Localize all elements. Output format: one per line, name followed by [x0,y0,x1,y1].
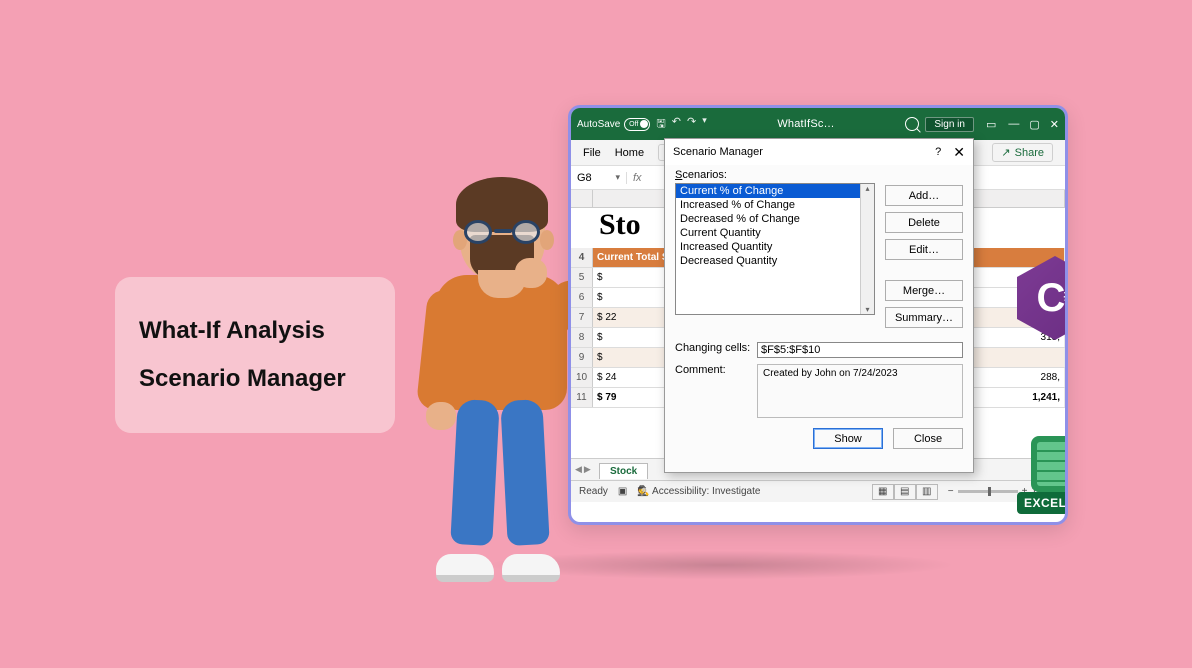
save-icon[interactable]: 🖫 [656,115,665,134]
show-button[interactable]: Show [813,428,883,449]
sheet-nav-next-icon[interactable]: ▶ [584,464,591,475]
window-title: WhatIfSc… [713,118,900,130]
macro-record-icon[interactable]: ▣ [618,486,627,497]
zoom-slider[interactable] [958,490,1018,493]
status-bar: Ready ▣ 🕵 Accessibility: Investigate ▦ ▤… [571,480,1065,502]
delete-button[interactable]: Delete [885,212,963,233]
sheet-nav-prev-icon[interactable]: ◀ [575,464,582,475]
edit-button[interactable]: Edit… [885,239,963,260]
add-button[interactable]: Add… [885,185,963,206]
name-box[interactable]: G8▾ [571,172,627,184]
listbox-scrollbar[interactable]: ▴▾ [860,184,874,314]
title-line-2: Scenario Manager [139,365,346,392]
excel-window: AutoSave Off 🖫 ↶ ↷ ▾ WhatIfSc… Sign in ▭… [568,105,1068,525]
share-icon: ↗ [1001,146,1010,159]
view-buttons: ▦ ▤ ▥ [872,484,938,500]
zoom-out-icon[interactable]: − [948,486,954,497]
tab-home[interactable]: Home [615,147,644,159]
signin-button[interactable]: Sign in [925,117,974,132]
toggle-off-icon[interactable]: Off [624,118,650,131]
fx-icon[interactable]: fx [627,172,648,184]
scroll-up-icon: ▴ [865,184,869,193]
tab-file[interactable]: File [583,147,601,159]
status-ready: Ready [579,486,608,497]
row-number[interactable]: 9 [571,348,593,367]
redo-icon[interactable]: ↷ [687,115,696,134]
row-number[interactable]: 7 [571,308,593,327]
ribbon-display-icon[interactable]: ▭ [986,118,996,131]
excel-titlebar: AutoSave Off 🖫 ↶ ↷ ▾ WhatIfSc… Sign in ▭… [571,108,1065,140]
scenario-item[interactable]: Current Quantity [676,226,874,240]
row-number[interactable]: 10 [571,368,593,387]
row-number[interactable]: 6 [571,288,593,307]
changing-cells-label: Changing cells: [675,342,751,354]
scenarios-listbox[interactable]: Current % of ChangeIncreased % of Change… [675,183,875,315]
scenario-manager-dialog: Scenario Manager ? ✕ Scenarios: Current … [664,138,974,473]
close-button[interactable]: Close [893,428,963,449]
view-pagebreak-icon[interactable]: ▥ [916,484,938,500]
quick-access-toolbar: 🖫 ↶ ↷ ▾ [656,115,706,134]
undo-icon[interactable]: ↶ [672,115,681,134]
dialog-titlebar: Scenario Manager ? ✕ [665,139,973,165]
title-line-1: What-If Analysis [139,317,325,344]
spreadsheet-icon [1031,436,1068,492]
scroll-down-icon: ▾ [865,305,869,314]
changing-cells-input[interactable] [757,342,963,358]
comment-box: Created by John on 7/24/2023 [757,364,963,418]
scenarios-label: Scenarios: [675,169,875,181]
title-card: What-If Analysis Scenario Manager [115,277,395,433]
select-all-corner[interactable] [571,190,593,207]
dialog-title: Scenario Manager [673,146,935,158]
scenario-item[interactable]: Decreased % of Change [676,212,874,226]
dialog-close-icon[interactable]: ✕ [953,144,965,161]
character-illustration [400,180,590,580]
help-icon[interactable]: ? [935,146,941,158]
chevron-down-icon: ▾ [615,172,620,183]
minimize-icon[interactable]: — [1008,118,1019,131]
search-icon[interactable] [905,117,919,131]
scenario-item[interactable]: Increased % of Change [676,198,874,212]
excel-badge-label: EXCEL [1017,492,1068,514]
sheet-tab[interactable]: Stock [599,463,648,479]
row-number[interactable]: 11 [571,388,593,407]
close-icon[interactable]: ✕ [1050,118,1059,131]
row-number[interactable]: 8 [571,328,593,347]
autosave-toggle[interactable]: AutoSave Off [577,118,650,131]
merge-button[interactable]: Merge… [885,280,963,301]
view-normal-icon[interactable]: ▦ [872,484,894,500]
sheet-title-fragment: Sto [599,208,641,242]
qat-dropdown-icon[interactable]: ▾ [702,115,707,134]
scenario-item[interactable]: Current % of Change [676,184,874,198]
summary-button[interactable]: Summary… [885,307,963,328]
row-number[interactable]: 5 [571,268,593,287]
scenario-item[interactable]: Decreased Quantity [676,254,874,268]
view-pagelayout-icon[interactable]: ▤ [894,484,916,500]
maximize-icon[interactable]: ▢ [1029,118,1039,131]
excel-badge: EXCEL [1017,436,1068,518]
scenario-item[interactable]: Increased Quantity [676,240,874,254]
row-number[interactable]: 4 [571,248,593,267]
share-button[interactable]: ↗ Share [992,143,1053,162]
accessibility-status[interactable]: 🕵 Accessibility: Investigate [637,486,760,497]
autosave-label: AutoSave [577,119,620,130]
comment-label: Comment: [675,364,751,376]
